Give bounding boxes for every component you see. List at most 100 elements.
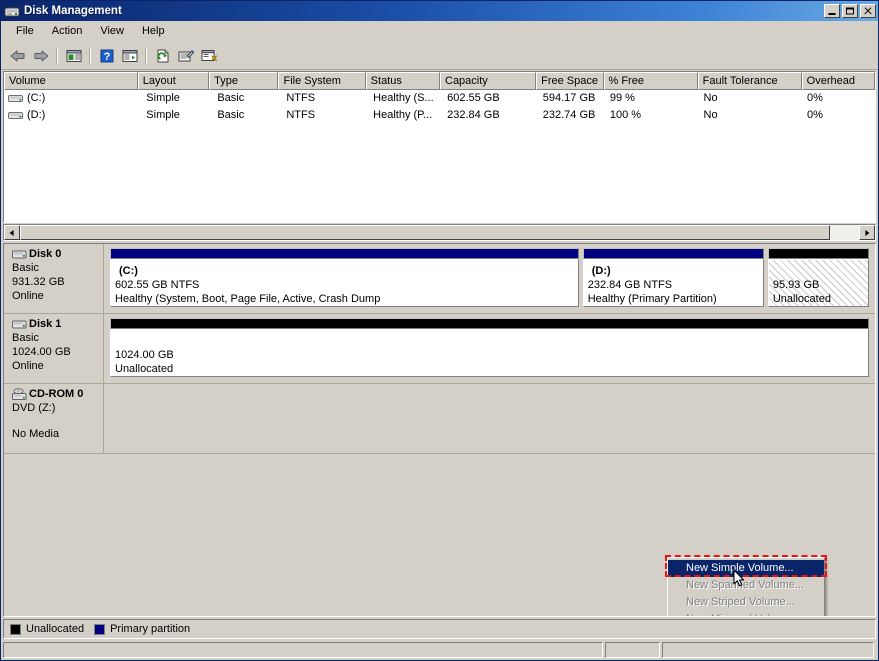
- minimize-button[interactable]: [824, 4, 840, 18]
- cell-layout: Simple: [146, 92, 180, 104]
- horizontal-scrollbar[interactable]: [3, 224, 876, 241]
- partition-d[interactable]: (D:) 232.84 GB NTFS Healthy (Primary Par…: [582, 248, 764, 307]
- partition-unallocated-disk1[interactable]: 1024.00 GB Unallocated: [110, 318, 869, 377]
- menu-view[interactable]: View: [91, 23, 133, 40]
- partition-unallocated-body[interactable]: 95.93 GB Unallocated: [767, 259, 869, 307]
- cell-status: Healthy (S...: [373, 92, 434, 104]
- disk-info-disk-0[interactable]: Disk 0 Basic 931.32 GB Online: [4, 244, 104, 313]
- partition-d-size: 232.84 GB NTFS: [587, 279, 673, 291]
- context-menu-item-new-simple-volume[interactable]: New Simple Volume...: [668, 560, 824, 577]
- cell-capacity: 232.84 GB: [447, 109, 500, 121]
- disk-1-partitions: 1024.00 GB Unallocated: [104, 314, 875, 383]
- disk-0-title: Disk 0: [12, 248, 103, 261]
- partition-c-label: (C:): [119, 265, 138, 277]
- all-tasks-icon[interactable]: [197, 45, 220, 67]
- disk-management-window: Disk Management File Action View Help ? …: [0, 0, 879, 661]
- window-title: Disk Management: [24, 5, 122, 17]
- cell-overhead: 0%: [807, 109, 823, 121]
- volume-list-header: Volume Layout Type File System Status Ca…: [4, 72, 875, 90]
- disk-info-cdrom-0[interactable]: CD-ROM 0 DVD (Z:) No Media: [4, 384, 104, 453]
- show-hide-tree-icon[interactable]: [62, 45, 85, 67]
- menu-help[interactable]: Help: [133, 23, 174, 40]
- legend-bar: Unallocated Primary partition: [3, 619, 876, 639]
- table-row[interactable]: (C:) Simple Basic NTFS Healthy (S... 602…: [4, 90, 875, 107]
- partition-c-body[interactable]: (C:) 602.55 GB NTFS Healthy (System, Boo…: [110, 259, 579, 307]
- partition-d-status: Healthy (Primary Partition): [587, 293, 717, 305]
- column-header-file-system[interactable]: File System: [278, 72, 366, 90]
- back-icon[interactable]: [6, 45, 29, 67]
- legend-swatch-unallocated: [10, 623, 21, 635]
- partition-unallocated-status: Unallocated: [772, 293, 831, 305]
- svg-text:?: ?: [103, 51, 110, 63]
- volume-drive-icon: [8, 110, 23, 121]
- scrollbar-thumb[interactable]: [20, 225, 830, 240]
- menu-action[interactable]: Action: [43, 23, 92, 40]
- disk-1-status: Online: [12, 360, 44, 372]
- title-bar[interactable]: Disk Management: [1, 1, 878, 21]
- cell-volume: (D:): [27, 109, 46, 121]
- status-panel-2: [605, 642, 660, 658]
- partition-unallocated-size: 95.93 GB: [772, 279, 820, 291]
- cell-file-system: NTFS: [286, 92, 316, 104]
- status-panel-main: [3, 642, 603, 658]
- partition-unallocated-disk1-size: 1024.00 GB: [115, 349, 174, 361]
- volume-list-pane: Volume Layout Type File System Status Ca…: [3, 71, 876, 223]
- scroll-right-icon[interactable]: [859, 225, 875, 240]
- context-menu-item-new-spanned-volume: New Spanned Volume...: [686, 579, 805, 591]
- rescan-disks-icon[interactable]: [151, 45, 174, 67]
- close-button[interactable]: [860, 4, 876, 18]
- partition-c-status: Healthy (System, Boot, Page File, Active…: [115, 293, 381, 305]
- volume-list-body: (C:) Simple Basic NTFS Healthy (S... 602…: [4, 90, 875, 222]
- scrollbar-track[interactable]: [20, 225, 859, 240]
- context-menu-item-new-mirrored-volume: New Mirrored Volume...: [668, 611, 824, 616]
- disk-0-name: Disk 0: [29, 248, 62, 260]
- column-header-capacity[interactable]: Capacity: [440, 72, 537, 90]
- cell-type: Basic: [217, 109, 245, 121]
- partition-c[interactable]: (C:) 602.55 GB NTFS Healthy (System, Boo…: [110, 248, 579, 307]
- partition-d-body[interactable]: (D:) 232.84 GB NTFS Healthy (Primary Par…: [582, 259, 764, 307]
- cell-layout: Simple: [146, 109, 180, 121]
- disk-row-disk-1[interactable]: Disk 1 Basic 1024.00 GB Online 1024.00 G…: [4, 314, 875, 384]
- partition-unallocated-disk0[interactable]: 95.93 GB Unallocated: [767, 248, 869, 307]
- menu-file[interactable]: File: [7, 23, 43, 40]
- partition-unallocated-capbar: [767, 248, 869, 259]
- cdrom-0-name: CD-ROM 0: [29, 388, 84, 400]
- disk-management-icon: [4, 4, 20, 19]
- column-header-volume[interactable]: Volume: [4, 72, 138, 90]
- properties-list-icon[interactable]: [118, 45, 141, 67]
- forward-icon[interactable]: [29, 45, 52, 67]
- toolbar: ?: [1, 43, 878, 70]
- cell-status: Healthy (P...: [373, 109, 433, 121]
- column-header-status[interactable]: Status: [365, 72, 440, 90]
- disk-row-disk-0[interactable]: Disk 0 Basic 931.32 GB Online (C:) 602.5…: [4, 244, 875, 314]
- menu-bar: File Action View Help: [1, 21, 878, 43]
- status-bar: [1, 641, 878, 660]
- cell-percent-free: 100 %: [609, 109, 642, 121]
- help-icon[interactable]: ?: [95, 45, 118, 67]
- scroll-left-icon[interactable]: [4, 225, 20, 240]
- column-header-type[interactable]: Type: [209, 72, 279, 90]
- disk-info-disk-1[interactable]: Disk 1 Basic 1024.00 GB Online: [4, 314, 104, 383]
- disk-0-size: 931.32 GB: [12, 276, 65, 288]
- cdrom-0-empty-area: [104, 384, 875, 453]
- column-header-overhead[interactable]: Overhead: [801, 72, 875, 90]
- column-header-layout[interactable]: Layout: [137, 72, 210, 90]
- column-header-free-space[interactable]: Free Space: [536, 72, 604, 90]
- cell-fault-tolerance: No: [703, 109, 718, 121]
- table-row[interactable]: (D:) Simple Basic NTFS Healthy (P... 232…: [4, 107, 875, 124]
- cdrom-0-status: No Media: [12, 428, 60, 440]
- disk-row-cdrom-0[interactable]: CD-ROM 0 DVD (Z:) No Media: [4, 384, 875, 454]
- partition-unallocated-disk1-status: Unallocated: [115, 363, 174, 375]
- maximize-button[interactable]: [842, 4, 858, 18]
- partition-unallocated-disk1-body[interactable]: 1024.00 GB Unallocated: [110, 329, 869, 377]
- column-header-fault-tolerance[interactable]: Fault Tolerance: [697, 72, 802, 90]
- cdrom-icon: [12, 388, 27, 401]
- properties-icon[interactable]: [174, 45, 197, 67]
- legend-swatch-primary-partition: [94, 623, 106, 635]
- graphical-view-pane: Disk 0 Basic 931.32 GB Online (C:) 602.5…: [3, 243, 876, 617]
- legend-item-primary-partition: Primary partition: [94, 623, 190, 635]
- partition-c-capbar: [110, 248, 579, 259]
- disk-0-status: Online: [12, 290, 44, 302]
- column-header-percent-free[interactable]: % Free: [603, 72, 698, 90]
- disk-1-name: Disk 1: [29, 318, 62, 330]
